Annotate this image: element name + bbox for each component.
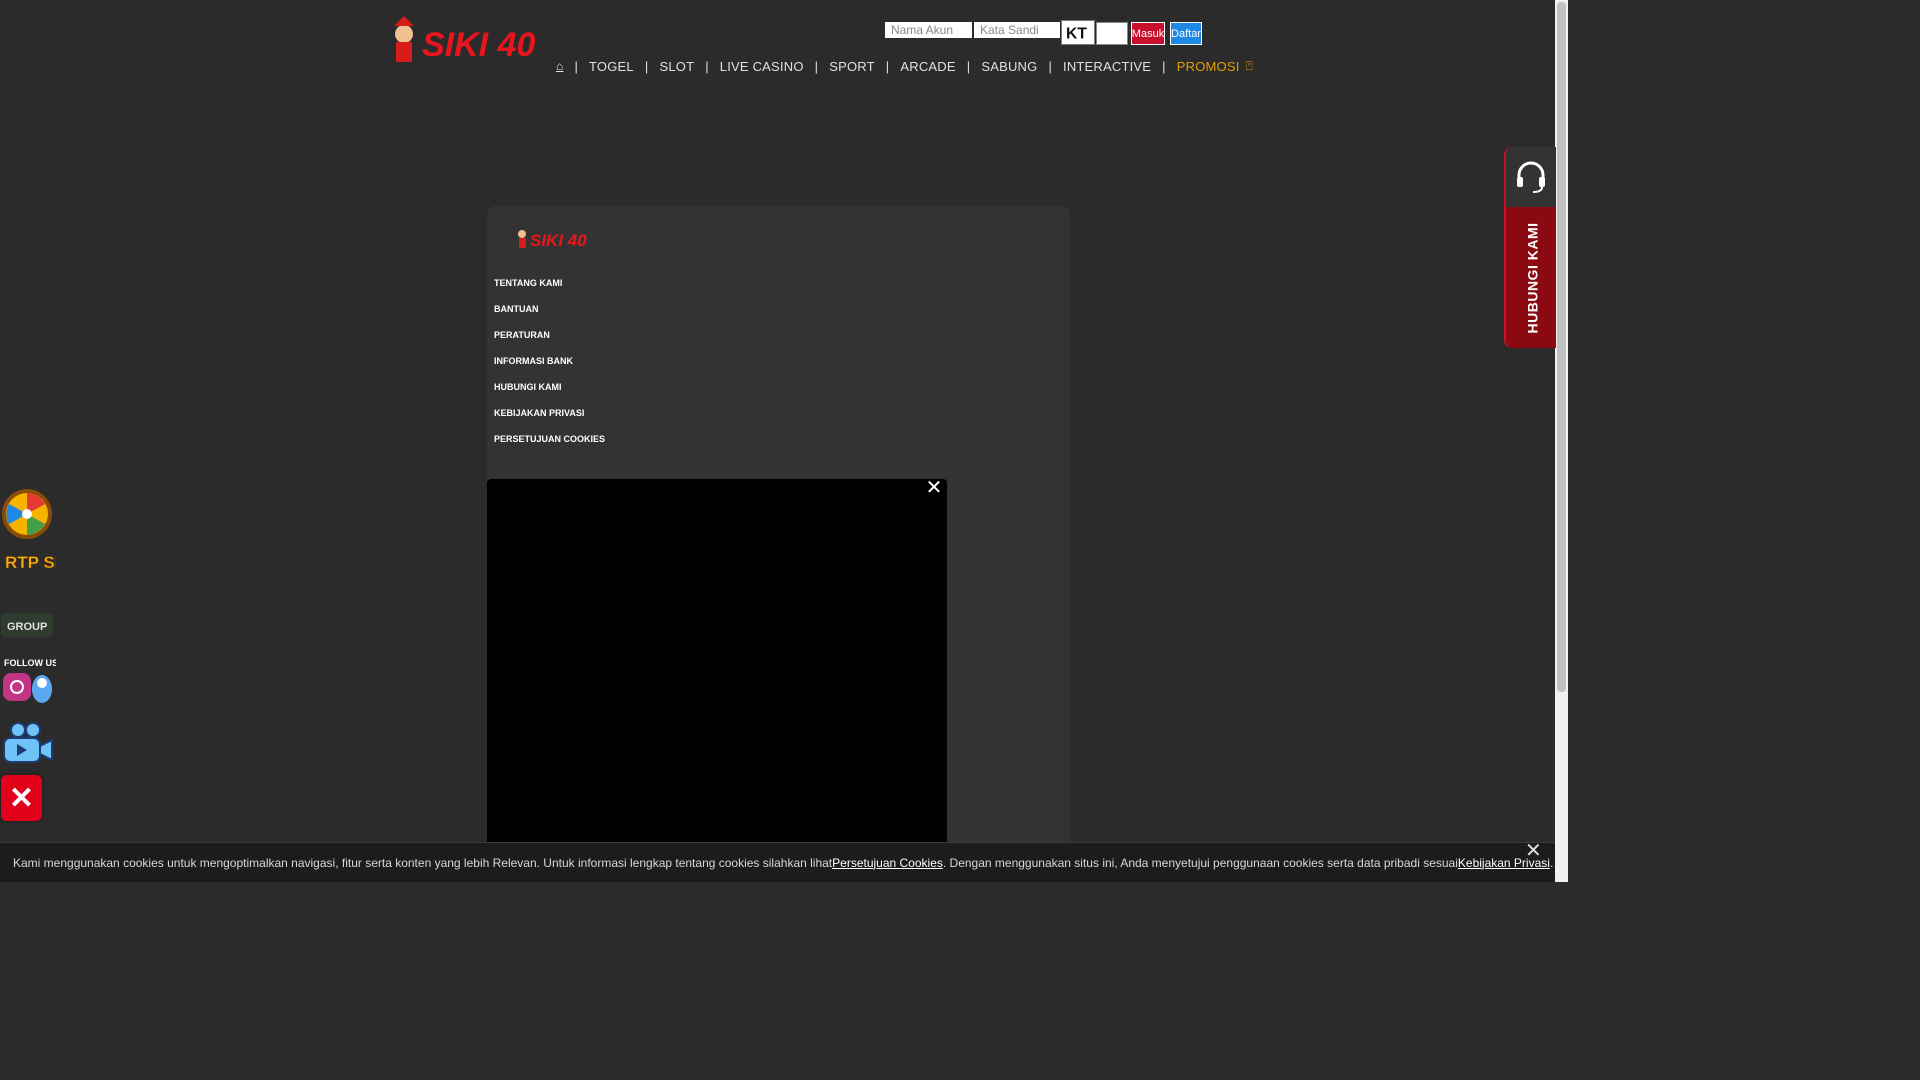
headset-icon	[1517, 161, 1545, 193]
footer-link-persetujuan-cookies[interactable]: PERSETUJUAN COOKIES	[494, 432, 605, 458]
password-input[interactable]	[974, 22, 1060, 38]
captcha-input[interactable]	[1096, 22, 1128, 45]
rtp-slot-logo: RTP SLOT	[5, 553, 90, 573]
footer-link-tentang-kami[interactable]: TENTANG KAMI	[494, 276, 605, 302]
nav-interactive[interactable]: INTERACTIVE	[1063, 59, 1151, 74]
footer-links: TENTANG KAMI BANTUAN PERATURAN INFORMASI…	[494, 276, 605, 458]
home-icon[interactable]: ⌂	[556, 59, 563, 73]
footer-link-hubungi-kami[interactable]: HUBUNGI KAMI	[494, 380, 605, 406]
contact-label: HUBUNGI KAMI	[1506, 207, 1556, 348]
cookie-close-icon[interactable]: ✕	[1525, 841, 1545, 861]
footer-link-peraturan[interactable]: PERATURAN	[494, 328, 605, 354]
cookie-text-3: .	[1549, 855, 1554, 870]
rtp-slot-button[interactable]: RTP SLOT	[0, 548, 90, 596]
gift-icon[interactable]: ⍞	[1246, 59, 1253, 74]
footer-link-bantuan[interactable]: BANTUAN	[494, 302, 605, 328]
svg-text:SIKI 40: SIKI 40	[530, 231, 587, 250]
group-logo: GROUP	[1, 613, 53, 637]
wheel-icon	[2, 489, 52, 539]
cookie-bar: Kami menggunakan cookies untuk mengoptim…	[0, 842, 1555, 882]
close-icon: ✕	[8, 781, 35, 815]
video-camera-icon	[3, 722, 53, 763]
contact-head	[1506, 147, 1556, 207]
page-scrollbar[interactable]	[1555, 0, 1568, 882]
contact-tab[interactable]: HUBUNGI KAMI	[1504, 147, 1556, 348]
nav-sabung[interactable]: SABUNG	[981, 59, 1037, 74]
scrollbar-thumb[interactable]	[1557, 2, 1566, 692]
group-button[interactable]: GROUP	[0, 610, 56, 642]
nav-promosi[interactable]: PROMOSI	[1177, 59, 1240, 74]
svg-text:SIKI 40: SIKI 40	[422, 26, 535, 64]
cookie-text-1: Kami menggunakan cookies untuk mengoptim…	[13, 855, 833, 870]
nav-togel[interactable]: TOGEL	[589, 59, 634, 74]
nav-arcade[interactable]: ARCADE	[900, 59, 955, 74]
site-logo[interactable]: SIKI 40	[388, 14, 542, 66]
main-nav: ⌂ | TOGEL | SLOT | LIVE CASINO | SPORT |…	[556, 58, 1253, 74]
video-camera-button[interactable]	[0, 718, 56, 770]
register-button[interactable]: Daftar	[1170, 22, 1202, 45]
video-popup[interactable]	[487, 479, 947, 882]
logo-graphic: SIKI 40	[394, 16, 535, 64]
svg-text:RTP SLOT: RTP SLOT	[5, 553, 56, 572]
follow-us-button[interactable]: FOLLOW US	[0, 655, 58, 709]
svg-text:GROUP: GROUP	[7, 621, 47, 633]
captcha-image: KT	[1061, 20, 1095, 45]
svg-text:KT: KT	[1066, 25, 1087, 42]
username-input[interactable]	[885, 22, 972, 38]
nav-slot[interactable]: SLOT	[659, 59, 694, 74]
nav-sport[interactable]: SPORT	[829, 59, 875, 74]
footer-logo: SIKI 40	[514, 224, 596, 252]
footer-link-informasi-bank[interactable]: INFORMASI BANK	[494, 354, 605, 380]
cookie-consent-link[interactable]: Persetujuan Cookies	[832, 856, 943, 870]
svg-text:FOLLOW US: FOLLOW US	[4, 658, 56, 668]
footer-link-kebijakan-privasi[interactable]: KEBIJAKAN PRIVASI	[494, 406, 605, 432]
cookie-text-2: . Dengan menggunakan situs ini, Anda men…	[942, 855, 1458, 870]
instagram-icon: FOLLOW US	[3, 658, 58, 703]
video-close-icon[interactable]: ✕	[925, 478, 943, 498]
lucky-wheel-button[interactable]	[0, 485, 56, 541]
floaters-close-button[interactable]: ✕	[1, 775, 42, 821]
nav-live-casino[interactable]: LIVE CASINO	[720, 59, 804, 74]
login-button[interactable]: Masuk	[1131, 22, 1165, 45]
